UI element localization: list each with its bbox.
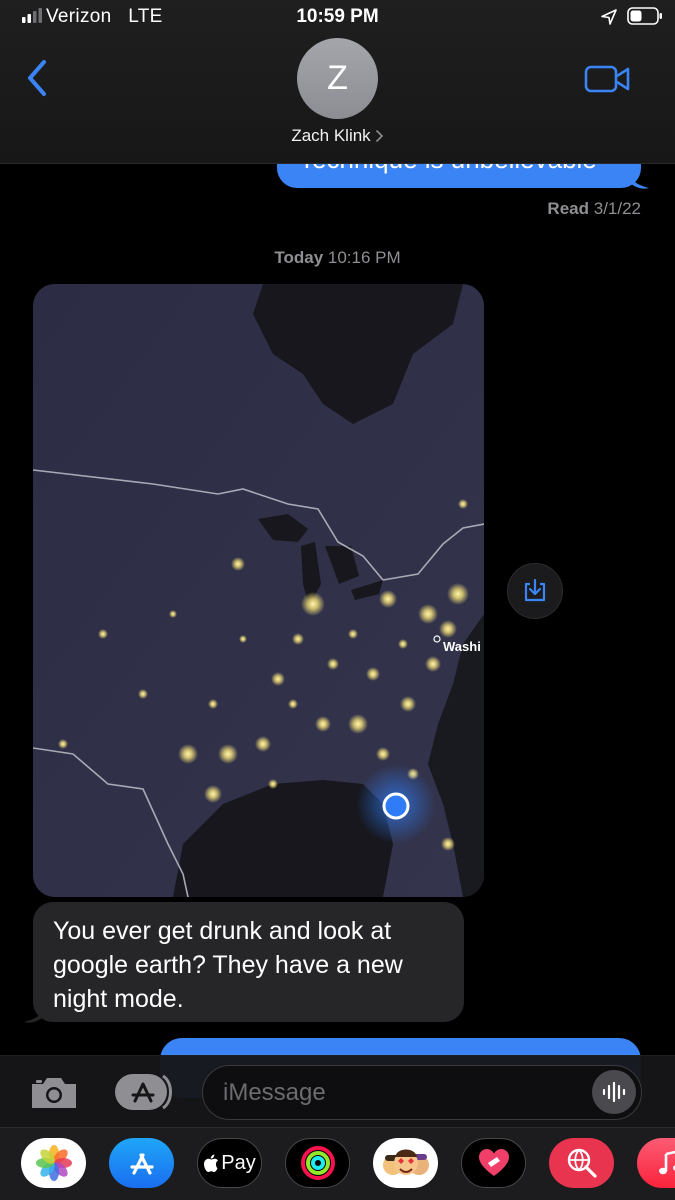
imessage-placeholder: iMessage	[223, 1079, 326, 1106]
camera-icon[interactable]	[28, 1074, 80, 1112]
photos-icon	[35, 1145, 72, 1181]
night-map-svg: Washi	[33, 284, 484, 897]
heart-touch-icon	[478, 1149, 509, 1176]
audio-message-button[interactable]	[592, 1070, 636, 1114]
app-store-app-button[interactable]	[109, 1138, 174, 1188]
contact-name: Zach Klink	[291, 126, 371, 145]
received-message-bubble[interactable]: You ever get drunk and look at google ea…	[33, 902, 464, 1022]
web-images-app-button[interactable]	[549, 1138, 614, 1188]
apple-pay-app-button[interactable]: Pay	[197, 1138, 262, 1188]
read-receipt: Read 3/1/22	[547, 199, 641, 219]
status-bar: Verizon LTE 10:59 PM	[0, 0, 675, 34]
cellular-signal-icon	[22, 8, 42, 23]
read-label: Read	[547, 199, 589, 218]
timestamp-time: 10:16 PM	[327, 248, 401, 267]
waveform-icon	[602, 1081, 626, 1103]
app-store-logo-icon	[129, 1153, 154, 1175]
contact-avatar[interactable]: Z	[297, 38, 378, 119]
back-chevron-icon[interactable]	[24, 58, 52, 98]
carrier-name: Verizon	[46, 6, 112, 27]
received-message-text: You ever get drunk and look at google ea…	[53, 917, 403, 1013]
contact-name-button[interactable]: Zach Klink	[0, 126, 675, 146]
apple-logo-icon	[204, 1154, 219, 1172]
conversation-timestamp: Today 10:16 PM	[0, 248, 675, 268]
message-input-bar: iMessage	[0, 1055, 675, 1128]
facetime-video-icon[interactable]	[583, 63, 631, 95]
map-city-label: Washi	[443, 639, 481, 654]
imessage-app-drawer: Pay	[0, 1127, 675, 1200]
location-arrow-icon	[601, 9, 617, 25]
music-note-icon	[658, 1150, 675, 1175]
download-icon	[524, 578, 546, 602]
apple-pay-label: Pay	[203, 1151, 256, 1175]
digital-touch-app-button[interactable]	[461, 1138, 526, 1188]
memoji-stickers-icon	[382, 1149, 429, 1175]
memoji-app-button[interactable]	[373, 1138, 438, 1188]
current-location-dot	[382, 792, 410, 820]
imessage-input[interactable]: iMessage	[202, 1065, 642, 1120]
battery-icon	[627, 7, 662, 25]
sent-bubble-tail	[627, 168, 649, 189]
save-image-button[interactable]	[507, 563, 563, 619]
app-store-button[interactable]	[113, 1072, 173, 1112]
chevron-right-icon	[375, 130, 383, 142]
messages-screen: Verizon LTE 10:59 PM Z Zach Klink Read 3…	[0, 0, 675, 1200]
network-type: LTE	[128, 6, 163, 27]
conversation-header: Verizon LTE 10:59 PM Z Zach Klink	[0, 0, 675, 164]
received-bubble-tail	[24, 1002, 46, 1023]
activity-app-button[interactable]	[285, 1138, 350, 1188]
music-app-button[interactable]	[637, 1138, 675, 1188]
photos-app-button[interactable]	[21, 1138, 86, 1188]
globe-search-icon	[567, 1148, 597, 1178]
carrier-label: Verizon LTE	[46, 6, 163, 28]
night-map-image[interactable]: Washi	[33, 284, 484, 897]
read-date: 3/1/22	[593, 199, 641, 218]
app-store-icon	[115, 1074, 172, 1110]
timestamp-day: Today	[274, 248, 324, 267]
activity-rings-icon	[300, 1146, 335, 1180]
apple-pay-text: Pay	[221, 1151, 256, 1174]
